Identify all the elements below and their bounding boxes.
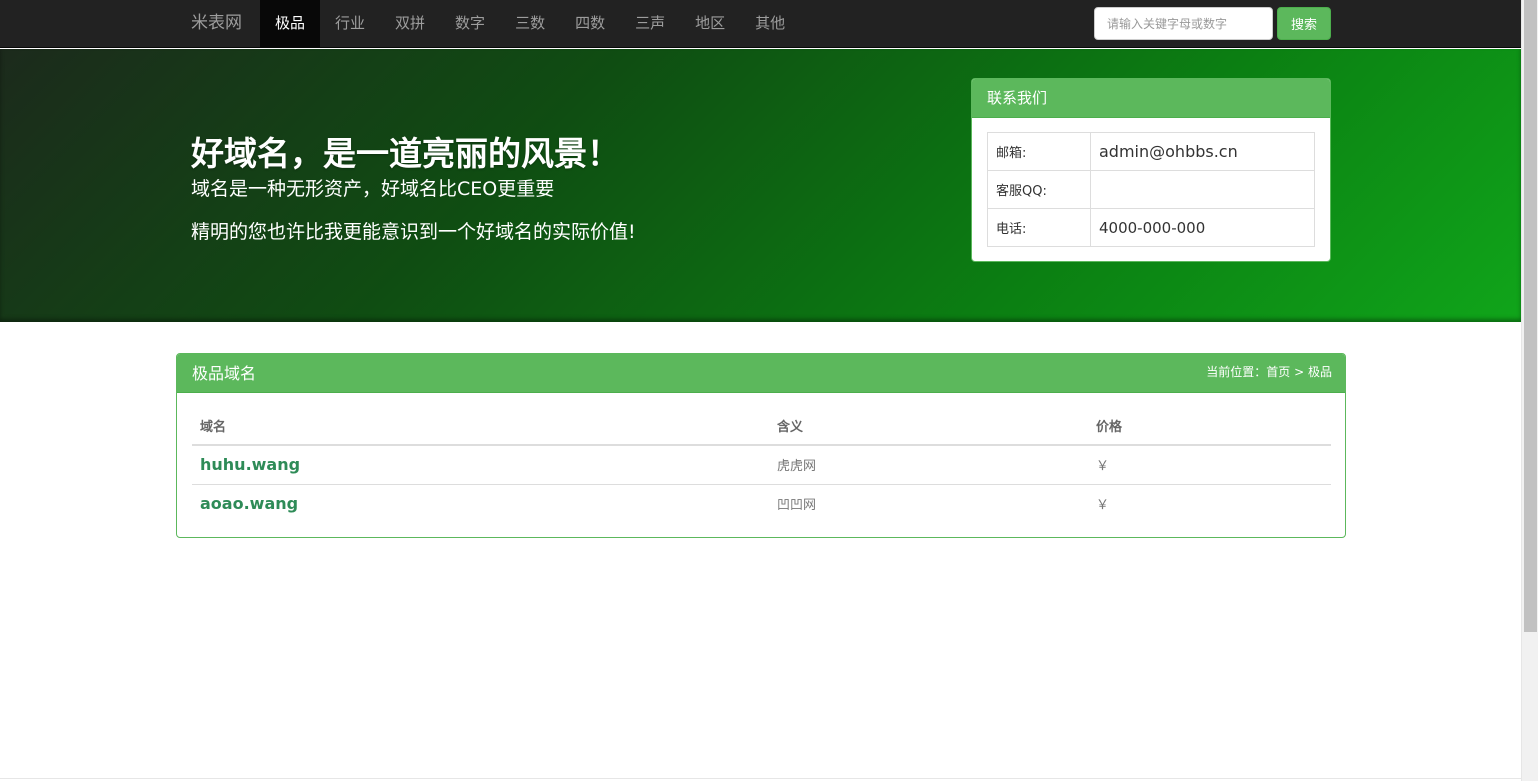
domain-table: 域名 含义 价格 huhu.wang 虎虎网 ￥ aoao.wang 凹凹网 ￥ <box>192 406 1331 523</box>
breadcrumb-prefix: 当前位置： <box>1206 365 1267 379</box>
contact-label: 客服QQ: <box>987 170 1091 209</box>
contact-label: 邮箱: <box>987 132 1091 171</box>
nav-item-jipin[interactable]: 极品 <box>260 0 321 48</box>
hero-subtitle: 域名是一种无形资产，好域名比CEO更重要 <box>191 178 555 200</box>
contact-table: 邮箱: admin@ohbbs.cn 客服QQ: 电话: 4000-000-00… <box>987 132 1315 247</box>
meaning-cell: 凹凹网 <box>769 483 1088 523</box>
brand-logo[interactable]: 米表网 <box>191 0 242 48</box>
domain-cell: huhu.wang <box>192 445 769 484</box>
breadcrumb: 当前位置：首页 > 极品 <box>1206 363 1332 380</box>
nav-item-qita[interactable]: 其他 <box>740 0 800 48</box>
nav-item-sishu[interactable]: 四数 <box>560 0 620 48</box>
scrollbar-thumb[interactable] <box>1524 0 1537 632</box>
domain-link[interactable]: aoao.wang <box>200 494 298 513</box>
nav-item-hangye[interactable]: 行业 <box>320 0 380 48</box>
contact-phone-value: 4000-000-000 <box>1090 208 1315 247</box>
nav-item-shuzi[interactable]: 数字 <box>440 0 500 48</box>
hero-banner: 好域名，是一道亮丽的风景！ 域名是一种无形资产，好域名比CEO更重要 精明的您也… <box>0 49 1521 322</box>
table-row: aoao.wang 凹凹网 ￥ <box>192 483 1331 523</box>
search-input[interactable] <box>1094 7 1273 40</box>
contact-label: 电话: <box>987 208 1091 247</box>
table-header-row: 域名 含义 价格 <box>192 406 1331 446</box>
breadcrumb-separator: > <box>1294 365 1305 379</box>
contact-row-email: 邮箱: admin@ohbbs.cn <box>987 132 1315 171</box>
nav-item-shuangpin[interactable]: 双拼 <box>380 0 440 48</box>
price-cell: ￥ <box>1088 483 1331 523</box>
domain-list-title: 极品域名 <box>192 364 257 383</box>
main-nav: 极品 行业 双拼 数字 三数 四数 三声 地区 其他 <box>260 0 800 48</box>
contact-email-value: admin@ohbbs.cn <box>1090 132 1315 171</box>
hero-subtitle-2: 精明的您也许比我更能意识到一个好域名的实际价值! <box>191 221 636 243</box>
column-header-domain: 域名 <box>192 406 769 446</box>
page-scrollbar[interactable] <box>1521 0 1538 781</box>
nav-item-sansheng[interactable]: 三声 <box>620 0 680 48</box>
contact-panel-title: 联系我们 <box>972 79 1330 118</box>
domain-list-panel: 极品域名 当前位置：首页 > 极品 域名 含义 价格 huhu.wang 虎虎网… <box>176 353 1346 538</box>
domain-link[interactable]: huhu.wang <box>200 455 300 474</box>
search-button[interactable]: 搜索 <box>1277 7 1331 40</box>
column-header-meaning: 含义 <box>769 406 1088 446</box>
price-cell: ￥ <box>1096 459 1110 475</box>
breadcrumb-home-link[interactable]: 首页 <box>1266 365 1290 379</box>
hero-title: 好域名，是一道亮丽的风景！ <box>191 134 620 173</box>
column-header-price: 价格 <box>1088 406 1331 446</box>
breadcrumb-current: 极品 <box>1307 365 1332 379</box>
contact-row-qq: 客服QQ: <box>987 170 1315 209</box>
nav-item-sanshu[interactable]: 三数 <box>500 0 560 48</box>
contact-panel: 联系我们 邮箱: admin@ohbbs.cn 客服QQ: 电话: 4000-0… <box>971 78 1331 262</box>
domain-list-header: 极品域名 当前位置：首页 > 极品 <box>177 354 1345 393</box>
domain-cell: aoao.wang <box>192 483 769 523</box>
top-navbar: 米表网 极品 行业 双拼 数字 三数 四数 三声 地区 其他 搜索 <box>0 0 1521 48</box>
contact-row-phone: 电话: 4000-000-000 <box>987 208 1315 247</box>
nav-item-diqu[interactable]: 地区 <box>680 0 740 48</box>
meaning-cell: 虎虎网 <box>777 459 817 475</box>
contact-qq-value <box>1090 170 1315 209</box>
table-row: huhu.wang 虎虎网 ￥ <box>192 445 1331 484</box>
page-bottom-border <box>0 778 1521 779</box>
